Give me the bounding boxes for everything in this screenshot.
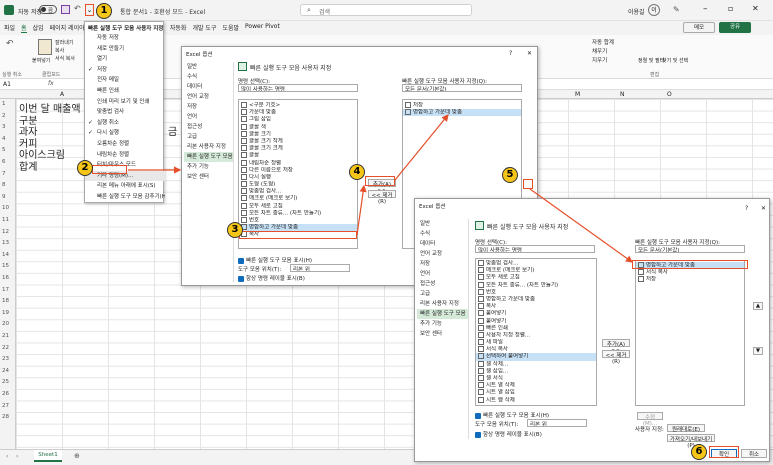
step-badge-4: 4: [349, 164, 365, 180]
arrow-add-to-list: [394, 114, 449, 181]
arrow-merge-to-add: [356, 184, 367, 236]
arrow-up-to-result: [529, 188, 633, 263]
step-badge-6: 6: [691, 444, 707, 460]
step-badge-1: 1: [96, 3, 112, 19]
step-badge-5: 5: [502, 167, 518, 183]
step-badge-2: 2: [77, 160, 93, 176]
annotation-arrows: [128, 114, 633, 263]
step-badge-3: 3: [227, 222, 243, 238]
